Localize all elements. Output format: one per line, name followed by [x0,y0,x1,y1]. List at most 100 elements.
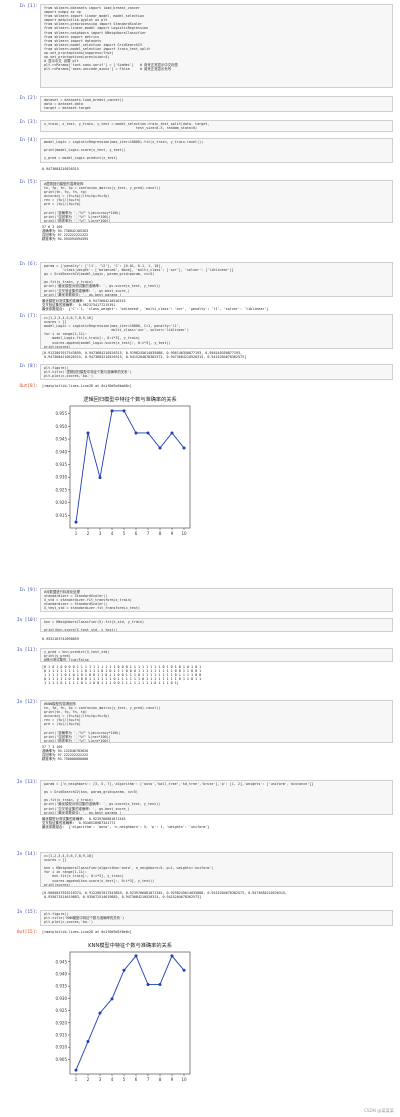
input-prompt: In [9]: [19,588,38,593]
code-line: scores = [] [44,858,67,863]
code-editor[interactable]: plt.figure() plt.title('逻辑回归模型中特征个数与准确率的… [40,364,393,380]
code-line: gs = GridSearchCV(model_Logic, param_gri… [44,272,155,277]
x-tick-label: 6 [135,1077,138,1082]
code-line: plt.rcParams['axes.unicode_minus'] = Fal… [44,67,172,72]
code-line: y_pred = model_Logic.predict(x_test) [44,156,118,161]
y-tick-label: 0.955 [56,411,68,416]
data-point [134,431,138,435]
cell-output: 0.9532163742690059 [42,637,392,641]
code-line: knn = KNeighborsClassifier(5).fit(X_std,… [44,620,145,624]
cell-output: 最优模型对测试集的准确率: 0.9239766081871345 交叉验证集的准… [42,817,392,829]
data-point [146,982,150,986]
input-prompt: In [7]: [19,314,38,319]
code-line: [<matplotlib.lines.Line2D at 0x1f0d9d3f8… [42,930,132,934]
code-cell-13: In [13]: param = {'n_neighbors': [3, 5, … [4,780,396,840]
y-tick-label: 0.925 [56,487,68,492]
code-editor[interactable]: knn = KNeighborsClassifier(5).fit(X_std,… [40,618,393,632]
code-line: 0.9473684210526315 [42,167,79,171]
code-line: param = {'n_neighbors': [3, 5, 7],'algor… [44,782,314,786]
code-block: param = {'n_neighbors': [3, 5, 7],'algor… [44,782,389,815]
y-tick-label: 0.940 [56,971,68,976]
code-line: plt.plot(c,scores,'bo-') [44,374,93,379]
input-prompt: In [15]: [16,910,38,915]
code-editor[interactable]: y_pred = knn.predict(X_test_std) print(y… [40,648,393,662]
code-line: print('精准率为 ',"%f" %(pre*100)) [44,218,111,223]
x-tick-label: 1 [75,531,78,536]
code-line: print(scores) [44,344,71,349]
x-tick-label: 2 [87,1077,90,1082]
code-editor[interactable]: c=[1,2,3,4,5,6,7,8,9,10] scores = [] mod… [40,314,393,349]
code-cell-4: In [4]: model_Logic = LogisticRegression… [4,138,396,176]
code-line: print('最优参数组合: ', gs.best_params_) [44,292,122,297]
code-cell-11: In [11]: y_pred = knn.predict(X_test_std… [4,648,396,685]
code-editor[interactable]: from sklearn.datasets import load_breast… [40,4,393,88]
cell-output: 最优模型对测试集的准确率: 0.9473684210526315 交叉验证集的准… [42,299,392,311]
data-point [86,431,90,435]
input-prompt: In [6]: [19,262,38,267]
code-line: print(model_Logic.score(x_test, y_test)) [44,148,126,153]
cell-output: 0.9473684210526315 [42,167,392,171]
code-cell-15: In [15]: plt.figure() plt.title('KNN模型中特… [4,910,396,1115]
cell-output: [0 1 0 1 0 0 0 0 1 1 1 1 1 1 1 1 1 1 0 0… [42,665,392,685]
code-editor[interactable]: #KNN模型的混淆矩阵 tn, fp, fn, tp = confusion_m… [40,700,393,743]
y-tick-label: 0.950 [56,424,68,429]
code-editor[interactable]: c=[1,2,3,4,5,6,7,8,9,10] scores = [] knn… [40,852,393,887]
x-tick-label: 5 [123,1077,126,1082]
y-tick-label: 0.940 [56,449,68,454]
x-tick-label: 10 [181,531,187,536]
code-line: 精准率为 93.750000000000 [42,757,89,762]
input-prompt: In [2]: [19,96,38,101]
cell-output: 57 6 3 105 准确率为 94.736842105263 召回率为 97.… [42,225,392,241]
line-chart: 逻辑回归模型中特征个数与准确率的关系 0.915 0.920 0.925 0.930 0.… [56,395,191,536]
input-prompt: In [5]: [19,180,38,185]
code-line: print(scores) [44,882,71,887]
code-line: X_test_std = standardizer.fit_transform(… [44,606,140,611]
x-tick-label: 5 [123,531,126,536]
y-tick-label: 0.935 [56,984,68,989]
code-block: model_Logic = LogisticRegression(max_ite… [44,140,389,160]
code-editor[interactable]: model_Logic = LogisticRegression(max_ite… [40,138,393,163]
y-tick-label: 0.920 [56,1020,68,1025]
input-prompt: In [12]: [16,700,38,705]
code-block: dataset = datasets.load_breast_cancer() … [44,98,389,110]
data-point [110,997,114,1001]
plot-frame [69,951,191,1075]
data-point [158,982,162,986]
code-editor[interactable]: x_train, x_test, y_train, y_test = model… [40,120,393,132]
code-editor[interactable]: dataset = datasets.load_breast_cancer() … [40,96,393,112]
data-point [170,954,174,958]
code-block: knn = KNeighborsClassifier(5).fit(X_std,… [44,620,389,631]
input-prompt: In [4]: [19,138,38,143]
code-editor[interactable]: #逻辑回归模型的混淆矩阵 tn, fp, fn, tp = confusion_… [40,180,393,223]
code-editor[interactable]: plt.figure() plt.title('KNN模型中特征个数与准确率的关… [40,910,393,926]
data-point [146,431,150,435]
code-line: 0.935672514619883, 0.935672514619883, 0.… [42,895,202,900]
code-line: print('最优参数组合: ', gs.best_params_) [44,810,122,815]
cell-output: [<matplotlib.lines.Line2D at 0x1f0d9d3f8… [42,930,392,934]
code-line: model_Logic = LogisticRegression(max_ite… [44,140,204,144]
input-prompt: In [1]: [19,4,38,9]
code-line: pre = (tp)/(tp+fp) [44,722,81,727]
x-tick-label: 3 [99,1077,102,1082]
input-prompt: In [8]: [19,364,38,369]
data-point [134,954,138,958]
code-line: print('精准率为 ',"%f" %(pre*100)) [44,738,111,743]
code-cell-8: In [8]: plt.figure() plt.title('逻辑回归模型中特… [4,364,396,542]
y-tick-label: 0.915 [56,1032,68,1037]
code-line: 0.9473684210526315, 0.9473684210526315, … [42,355,247,360]
code-cell-6: In [6]: param = {'penalty': ['l1', 'l2']… [4,262,396,311]
code-line: 最优参数组合: {'C': 1, 'class_weight': 'balanc… [42,307,269,312]
x-tick-label: 8 [159,531,162,536]
code-block: c=[1,2,3,4,5,6,7,8,9,10] scores = [] mod… [44,316,389,349]
code-editor[interactable]: param = {'penalty': ['l1', 'l2'], 'C': [… [40,262,393,297]
code-line: pre = (tp)/(tp+fp) [44,202,81,207]
line-chart: KNN模型中特征个数与准确率的关系 0.905 0.910 0.915 0.920 0.9… [56,941,191,1082]
y-tick-label: 0.905 [56,1057,68,1062]
code-line: 最优参数组合: {'algorithm': 'auto', 'n_neighbo… [42,825,210,830]
code-editor[interactable]: param = {'n_neighbors': [3, 5, 7],'algor… [40,780,393,815]
x-tick-label: 6 [135,531,138,536]
x-tick-label: 2 [87,531,90,536]
code-editor[interactable]: #对数据进行标准化处理 standardizer = StandardScale… [40,588,393,612]
x-tick-label: 9 [171,1077,174,1082]
input-prompt: In [10]: [16,618,38,623]
